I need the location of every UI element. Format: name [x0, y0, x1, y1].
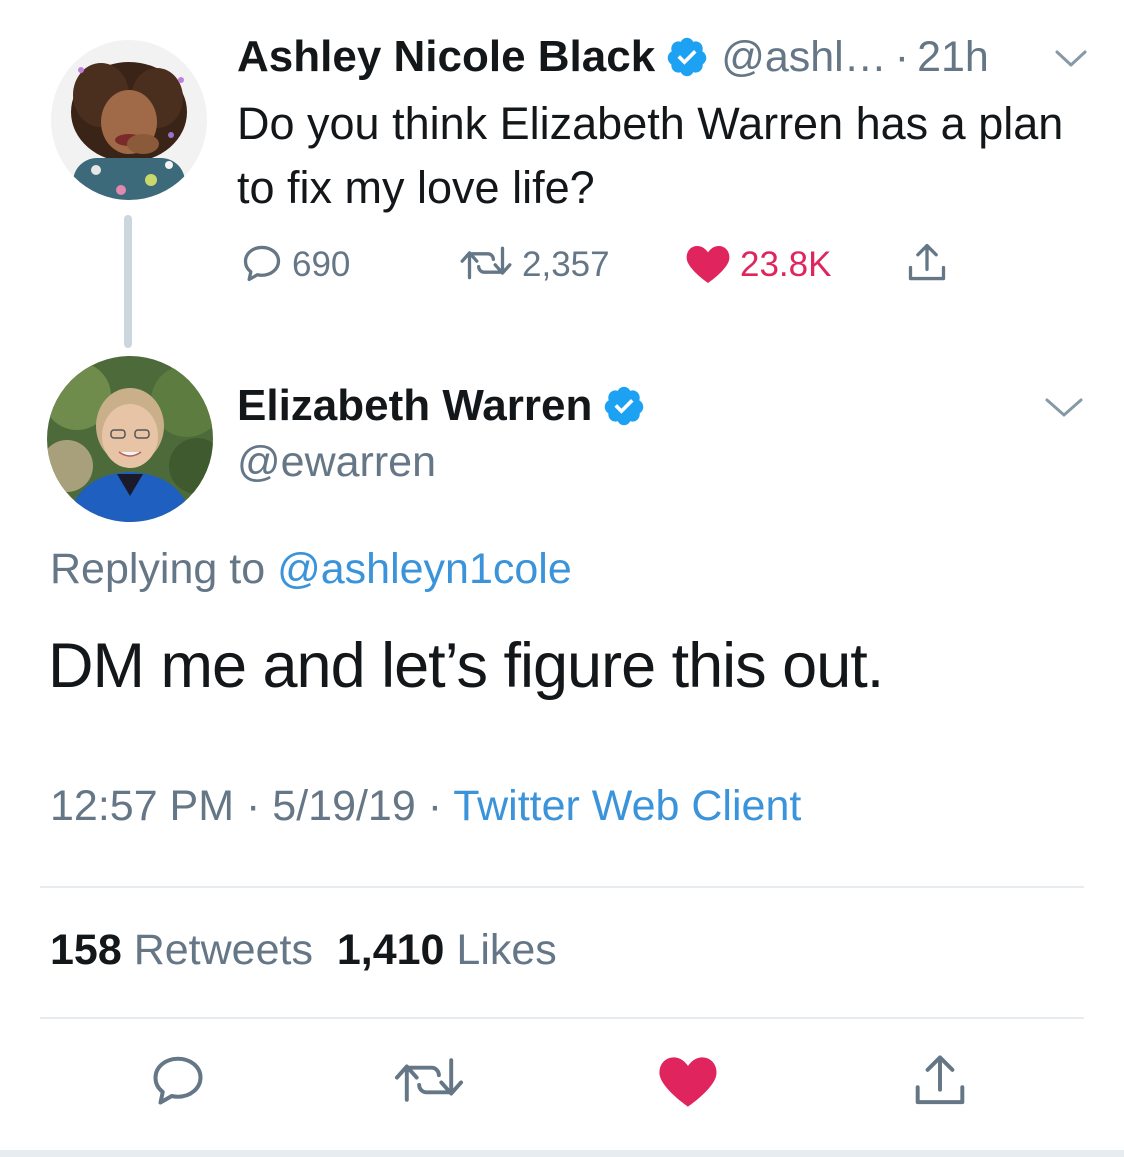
avatar-warren[interactable]	[47, 356, 213, 522]
verified-badge-icon	[665, 35, 709, 79]
thread-connector-line	[124, 215, 132, 348]
retweet-icon	[392, 1058, 466, 1114]
parent-tweet-menu-chevron-icon[interactable]	[1054, 48, 1088, 75]
parent-like-button[interactable]: 23.8K	[684, 240, 831, 290]
meta-separator: ·	[246, 782, 261, 830]
tweet-time[interactable]: 12:57 PM	[50, 782, 234, 830]
replying-to-label: Replying to	[50, 545, 266, 593]
retweets-count: 158	[50, 926, 122, 974]
main-author-row: Elizabeth Warren	[237, 376, 646, 436]
parent-author-name[interactable]: Ashley Nicole Black	[237, 32, 655, 82]
parent-share-button[interactable]	[905, 240, 949, 290]
heart-icon	[684, 241, 732, 290]
heart-icon	[656, 1057, 720, 1114]
main-tweet-text: DM me and let’s figure this out.	[48, 631, 884, 701]
parent-author-handle[interactable]: @ashl…	[721, 33, 887, 82]
parent-tweet-text: Do you think Elizabeth Warren has a plan…	[237, 98, 1064, 213]
retweet-icon	[458, 241, 514, 290]
retweet-button[interactable]	[392, 1050, 466, 1115]
meta-separator: ·	[427, 782, 443, 830]
reply-icon	[240, 241, 284, 290]
divider	[40, 1017, 1084, 1019]
share-button[interactable]	[910, 1050, 970, 1117]
verified-badge-icon	[602, 384, 646, 428]
tweet-detail-view: Ashley Nicole Black @ashl… · 21h Do you …	[0, 0, 1124, 1157]
main-author-name[interactable]: Elizabeth Warren	[237, 381, 592, 431]
parent-reply-button[interactable]: 690	[240, 240, 350, 290]
share-icon	[910, 1055, 970, 1116]
retweets-label: Retweets	[133, 926, 313, 974]
tweet-date[interactable]: 5/19/19	[272, 782, 415, 830]
main-author-handle[interactable]: @ewarren	[237, 438, 436, 487]
retweets-stat[interactable]: 158 Retweets	[50, 926, 313, 974]
likes-count: 1,410	[336, 926, 445, 974]
share-icon	[905, 240, 949, 291]
avatar-ashley[interactable]	[51, 40, 207, 200]
main-tweet-menu-chevron-icon[interactable]	[1044, 396, 1084, 425]
header-separator: ·	[894, 32, 910, 81]
main-tweet-actions	[0, 1050, 1124, 1120]
tweet-metadata: 12:57 PM · 5/19/19 · Twitter Web Client	[50, 782, 801, 831]
reply-icon	[148, 1056, 208, 1114]
divider	[40, 886, 1084, 888]
like-button[interactable]	[656, 1050, 720, 1115]
parent-retweet-button[interactable]: 2,357	[458, 240, 610, 290]
likes-stat[interactable]: 1,410 Likes	[337, 926, 557, 974]
parent-tweet-header: Ashley Nicole Black @ashl… · 21h	[237, 27, 989, 87]
parent-like-count: 23.8K	[740, 245, 832, 284]
replying-to-line: Replying to @ashleyn1cole	[50, 545, 572, 594]
tweet-client-link[interactable]: Twitter Web Client	[453, 782, 801, 830]
replying-to-mention-link[interactable]: @ashleyn1cole	[277, 545, 572, 593]
parent-retweet-count: 2,357	[522, 245, 610, 284]
parent-reply-count: 690	[292, 245, 351, 284]
engagement-stats: 158 Retweets 1,410 Likes	[50, 926, 557, 975]
reply-button[interactable]	[148, 1050, 208, 1115]
likes-label: Likes	[456, 926, 557, 974]
parent-tweet-time[interactable]: 21h	[917, 33, 989, 82]
bottom-separator	[0, 1150, 1124, 1157]
